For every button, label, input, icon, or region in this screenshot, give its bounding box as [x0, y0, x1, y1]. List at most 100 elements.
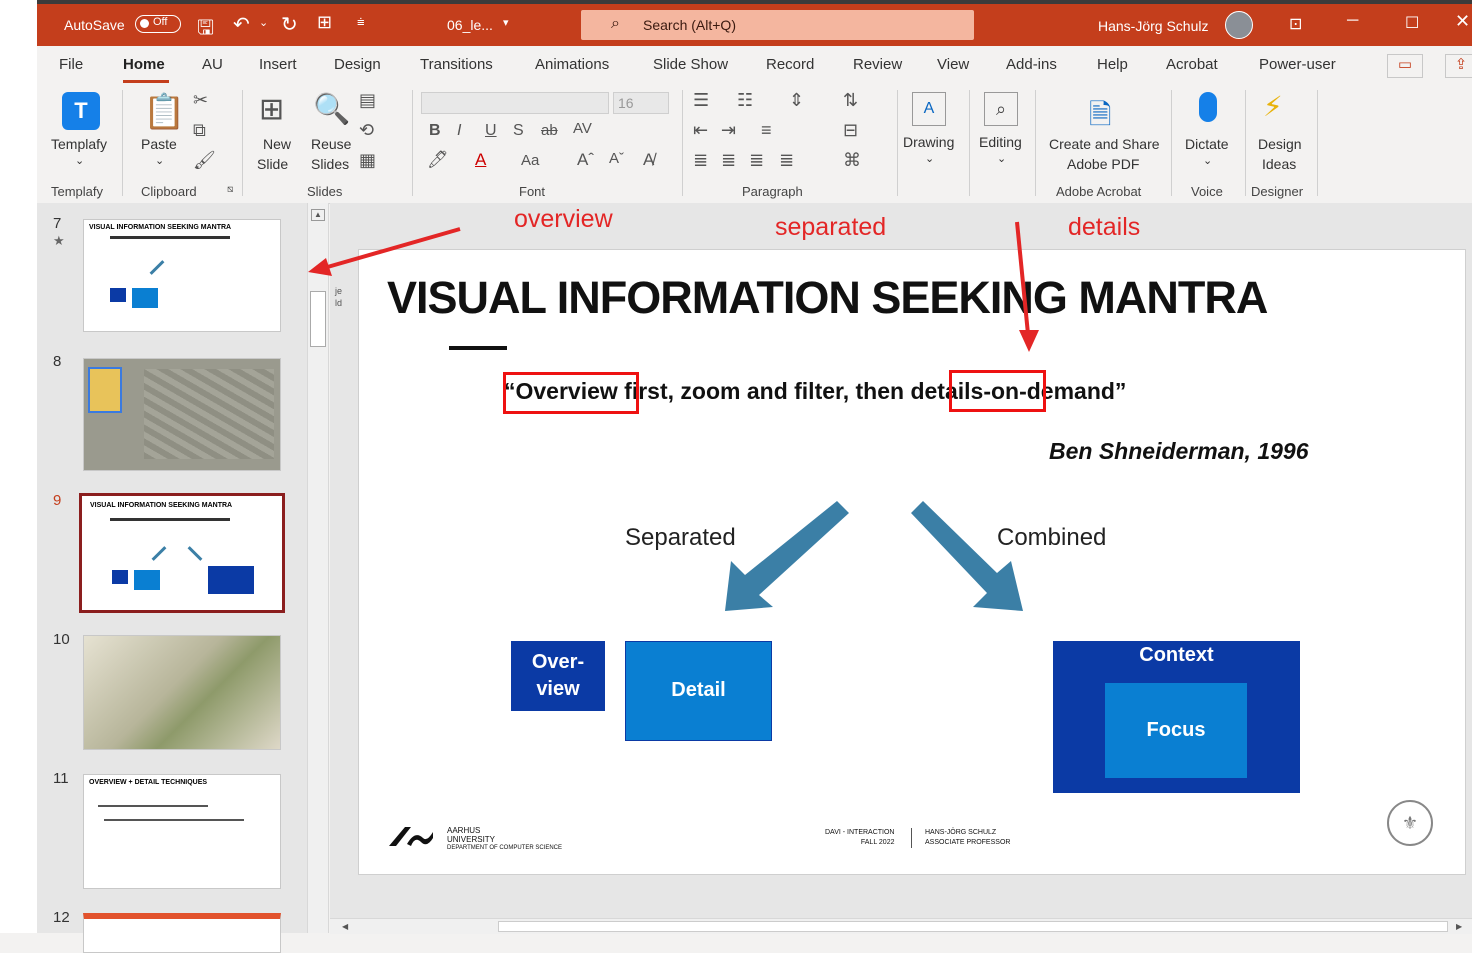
paste-button[interactable]: Paste — [141, 136, 177, 152]
italic-icon[interactable]: I — [457, 122, 461, 140]
layout-icon[interactable]: ▤ — [359, 90, 376, 111]
tab-slide-show[interactable]: Slide Show — [653, 56, 728, 73]
numbering-icon[interactable]: ☷ — [737, 90, 753, 111]
tab-add-ins[interactable]: Add-ins — [1006, 56, 1057, 73]
detail-box[interactable]: Detail — [625, 641, 772, 741]
filename-dropdown-icon[interactable]: ▾ — [503, 16, 509, 29]
shadow-icon[interactable]: S — [513, 122, 524, 140]
new-slide-icon[interactable]: ⊞ — [259, 92, 284, 127]
create-share-label-2[interactable]: Adobe PDF — [1067, 156, 1139, 172]
user-name[interactable]: Hans-Jörg Schulz — [1098, 18, 1209, 34]
thumbnail-slide-11[interactable]: OVERVIEW + DETAIL TECHNIQUES — [83, 774, 281, 889]
tab-transitions[interactable]: Transitions — [420, 56, 493, 73]
templafy-icon[interactable]: T — [62, 92, 100, 130]
present-icon[interactable]: ⊞ — [317, 12, 332, 33]
decrease-indent-icon[interactable]: ⇤ — [693, 120, 708, 141]
close-icon[interactable]: ✕ — [1455, 11, 1470, 32]
smartart-icon[interactable]: ⌘ — [843, 150, 861, 171]
drawing-icon[interactable]: A — [912, 92, 946, 126]
focus-box[interactable]: Focus — [1105, 683, 1247, 778]
justify-icon[interactable]: ≣ — [779, 150, 794, 171]
thumbnail-slide-10[interactable] — [83, 635, 281, 750]
separated-label[interactable]: Separated — [625, 524, 736, 552]
char-spacing-icon[interactable]: AV — [573, 120, 592, 137]
bold-icon[interactable]: B — [429, 122, 441, 140]
horizontal-scrollbar[interactable]: ◀ ▶ — [330, 918, 1472, 934]
avatar[interactable] — [1225, 11, 1253, 39]
tab-power-user[interactable]: Power-user — [1259, 56, 1336, 73]
decrease-font-icon[interactable]: Aˇ — [609, 150, 624, 167]
microphone-icon[interactable] — [1199, 92, 1217, 122]
scroll-left-icon[interactable]: ◀ — [342, 922, 348, 931]
tab-acrobat[interactable]: Acrobat — [1166, 56, 1218, 73]
undo-icon[interactable]: ↶ — [233, 12, 250, 37]
search-box[interactable]: ⌕ Search (Alt+Q) — [581, 10, 974, 40]
strikethrough-icon[interactable]: ab — [541, 122, 558, 139]
design-ideas-icon[interactable]: ⚡ — [1263, 90, 1283, 123]
line-spacing-icon[interactable]: ⇕ — [789, 90, 804, 111]
autosave-toggle[interactable]: Off — [135, 15, 181, 33]
copy-icon[interactable]: ⧉ — [193, 120, 206, 141]
drawing-button[interactable]: Drawing — [903, 134, 954, 150]
tab-file[interactable]: File — [59, 56, 83, 73]
thumbnail-slide-7[interactable]: VISUAL INFORMATION SEEKING MANTRA — [83, 219, 281, 332]
maximize-icon[interactable]: ☐ — [1405, 13, 1419, 33]
hscroll-thumb[interactable] — [498, 921, 1448, 932]
tab-record[interactable]: Record — [766, 56, 814, 73]
change-case-icon[interactable]: Aa — [521, 152, 539, 169]
chevron-down-icon[interactable]: ⌄ — [75, 154, 84, 167]
customize-toolbar-icon[interactable]: ⩧ — [357, 14, 365, 30]
tab-animations[interactable]: Animations — [535, 56, 609, 73]
align-right-icon[interactable]: ≣ — [749, 150, 764, 171]
underline-icon[interactable]: U — [485, 122, 497, 140]
bullets-icon[interactable]: ☰ — [693, 90, 709, 111]
increase-font-icon[interactable]: Aˆ — [577, 150, 594, 170]
save-icon[interactable]: 🖫 — [197, 13, 214, 47]
text-direction-icon[interactable]: ⇅ — [843, 90, 858, 111]
overview-box[interactable]: Over- view — [511, 641, 605, 711]
increase-indent-icon[interactable]: ⇥ — [721, 120, 736, 141]
tab-design[interactable]: Design — [334, 56, 381, 73]
chevron-down-icon[interactable]: ⌄ — [155, 154, 164, 167]
context-box[interactable]: Context Focus — [1053, 641, 1300, 793]
font-color-icon[interactable]: A — [475, 150, 486, 170]
align-left-icon[interactable]: ≣ — [693, 150, 708, 171]
format-painter-icon[interactable]: 🖌 — [193, 150, 216, 171]
reuse-slides-label[interactable]: Reuse — [311, 136, 351, 152]
file-name[interactable]: 06_le... — [447, 17, 493, 33]
thumbnail-slide-12[interactable] — [83, 913, 281, 953]
tab-review[interactable]: Review — [853, 56, 902, 73]
cut-icon[interactable]: ✂ — [193, 90, 208, 111]
new-slide-label-2[interactable]: Slide — [257, 156, 288, 172]
tab-view[interactable]: View — [937, 56, 969, 73]
editing-button[interactable]: Editing — [979, 134, 1022, 150]
new-slide-label[interactable]: New — [263, 136, 291, 152]
redo-icon[interactable]: ↻ — [281, 12, 298, 37]
minimize-icon[interactable]: ─ — [1347, 12, 1358, 30]
find-icon[interactable]: ⌕ — [984, 92, 1018, 126]
columns-icon[interactable]: ≡ — [761, 120, 772, 141]
font-name-field[interactable] — [421, 92, 609, 114]
clear-formatting-icon[interactable]: A̸ — [643, 150, 654, 170]
quote-author[interactable]: Ben Shneiderman, 1996 — [1049, 438, 1309, 465]
scroll-right-icon[interactable]: ▶ — [1456, 922, 1462, 931]
share-icon[interactable]: ⇪ — [1445, 54, 1472, 78]
undo-dropdown-icon[interactable]: ⌄ — [259, 16, 268, 29]
tab-help[interactable]: Help — [1097, 56, 1128, 73]
design-ideas-label-2[interactable]: Ideas — [1262, 156, 1296, 172]
tab-home[interactable]: Home — [123, 56, 165, 73]
create-pdf-icon[interactable]: 🗎 — [1089, 94, 1112, 142]
align-text-icon[interactable]: ⊟ — [843, 120, 858, 141]
chevron-down-icon[interactable]: ⌄ — [925, 152, 934, 165]
reset-icon[interactable]: ⟲ — [359, 120, 374, 141]
combined-label[interactable]: Combined — [997, 524, 1106, 552]
dialog-launcher-icon[interactable]: ⧅ — [227, 184, 233, 195]
ribbon-display-icon[interactable]: ⊡ — [1289, 14, 1302, 34]
align-center-icon[interactable]: ≣ — [721, 150, 736, 171]
chevron-down-icon[interactable]: ⌄ — [1203, 154, 1212, 167]
dictate-button[interactable]: Dictate — [1185, 136, 1229, 152]
reuse-slides-icon[interactable]: 🔍 — [313, 92, 350, 127]
create-share-label[interactable]: Create and Share — [1049, 136, 1160, 152]
highlighter-icon[interactable]: 🖊 — [427, 150, 449, 170]
font-size-field[interactable]: 16 — [613, 92, 669, 114]
